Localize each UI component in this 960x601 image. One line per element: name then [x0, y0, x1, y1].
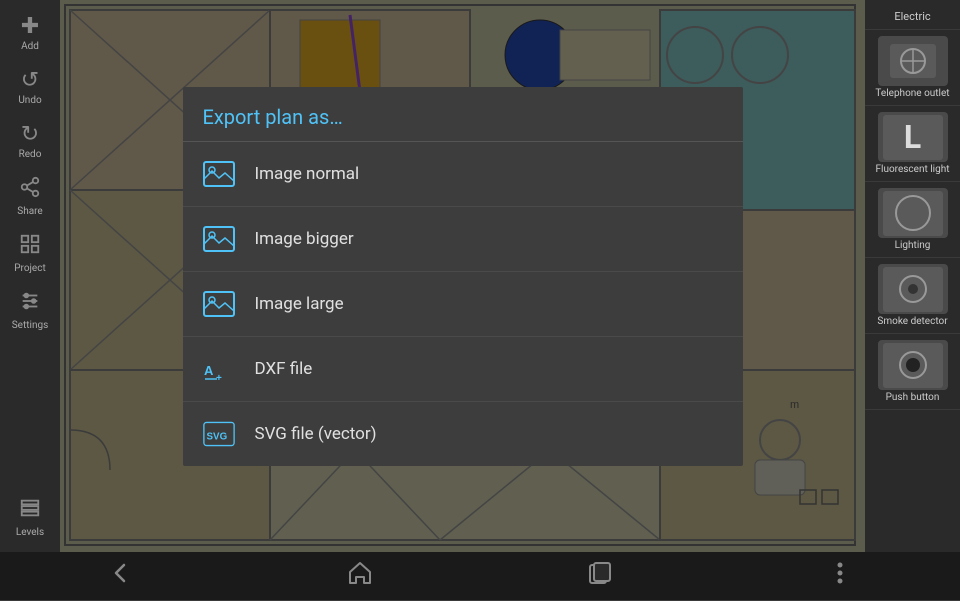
sidebar-item-redo[interactable]: ↻ Redo [0, 116, 60, 166]
svg-text:SVG: SVG [206, 431, 227, 442]
levels-icon [19, 497, 41, 525]
smoke-detector-icon [878, 264, 948, 314]
push-button-icon [878, 340, 948, 390]
right-sidebar: Electric Telephone outlet Fluorescent li… [865, 0, 960, 552]
svg-file-icon: SVG [203, 418, 235, 450]
bottom-bar [0, 552, 960, 600]
sidebar-item-fluorescent-light[interactable]: Fluorescent light [865, 106, 960, 182]
sidebar-item-smoke-detector[interactable]: Smoke detector [865, 258, 960, 334]
image-bigger-label: Image bigger [255, 229, 354, 249]
lighting-label: Lighting [895, 240, 931, 251]
image-large-icon [203, 288, 235, 320]
back-button[interactable] [86, 551, 154, 601]
dxf-file-icon: A + [203, 353, 235, 385]
image-normal-label: Image normal [255, 164, 360, 184]
sidebar-item-telephone-outlet[interactable]: Telephone outlet [865, 30, 960, 106]
export-dialog: Export plan as… Image normal Image bigge… [183, 87, 743, 466]
sidebar-item-project-label: Project [14, 263, 46, 274]
telephone-outlet-icon [878, 36, 948, 86]
dialog-overlay[interactable]: Export plan as… Image normal Image bigge… [60, 0, 865, 552]
left-sidebar: ✚ Add ↺ Undo ↻ Redo Share Project [0, 0, 60, 552]
sidebar-item-add[interactable]: ✚ Add [0, 8, 60, 58]
sidebar-item-settings[interactable]: Settings [0, 284, 60, 337]
sidebar-item-levels[interactable]: Levels [0, 491, 60, 544]
push-button-label: Push button [886, 392, 940, 403]
sidebar-item-add-label: Add [21, 41, 39, 52]
export-option-svg-file[interactable]: SVG SVG file (vector) [183, 402, 743, 466]
sidebar-item-share-label: Share [17, 206, 42, 217]
sidebar-item-project[interactable]: Project [0, 227, 60, 280]
image-bigger-icon [203, 223, 235, 255]
recent-apps-button[interactable] [566, 551, 634, 601]
sidebar-item-push-button[interactable]: Push button [865, 334, 960, 410]
sidebar-item-undo[interactable]: ↺ Undo [0, 62, 60, 112]
settings-icon [19, 290, 41, 318]
lighting-icon [878, 188, 948, 238]
sidebar-item-share[interactable]: Share [0, 170, 60, 223]
sidebar-item-settings-label: Settings [12, 320, 49, 331]
export-option-image-large[interactable]: Image large [183, 272, 743, 337]
export-option-image-normal[interactable]: Image normal [183, 142, 743, 207]
sidebar-item-lighting[interactable]: Lighting [865, 182, 960, 258]
export-option-image-bigger[interactable]: Image bigger [183, 207, 743, 272]
home-button[interactable] [326, 551, 394, 601]
telephone-outlet-label: Telephone outlet [875, 88, 949, 99]
svg-text:A: A [204, 363, 214, 378]
undo-icon: ↺ [21, 68, 39, 93]
export-option-dxf-file[interactable]: A + DXF file [183, 337, 743, 402]
sidebar-item-redo-label: Redo [19, 149, 42, 160]
redo-icon: ↻ [21, 122, 39, 147]
share-icon [19, 176, 41, 204]
more-options-button[interactable] [806, 551, 874, 601]
dxf-file-label: DXF file [255, 359, 313, 379]
dialog-title: Export plan as… [183, 87, 743, 142]
fluorescent-light-icon [878, 112, 948, 162]
add-icon: ✚ [21, 14, 39, 39]
fluorescent-light-label: Fluorescent light [875, 164, 949, 175]
sidebar-item-levels-label: Levels [16, 527, 44, 538]
image-normal-icon [203, 158, 235, 190]
image-large-label: Image large [255, 294, 344, 314]
smoke-detector-label: Smoke detector [877, 316, 947, 327]
project-icon [19, 233, 41, 261]
electric-section-label: Electric [865, 4, 960, 30]
sidebar-item-undo-label: Undo [18, 95, 41, 106]
svg-file-label: SVG file (vector) [255, 424, 377, 444]
